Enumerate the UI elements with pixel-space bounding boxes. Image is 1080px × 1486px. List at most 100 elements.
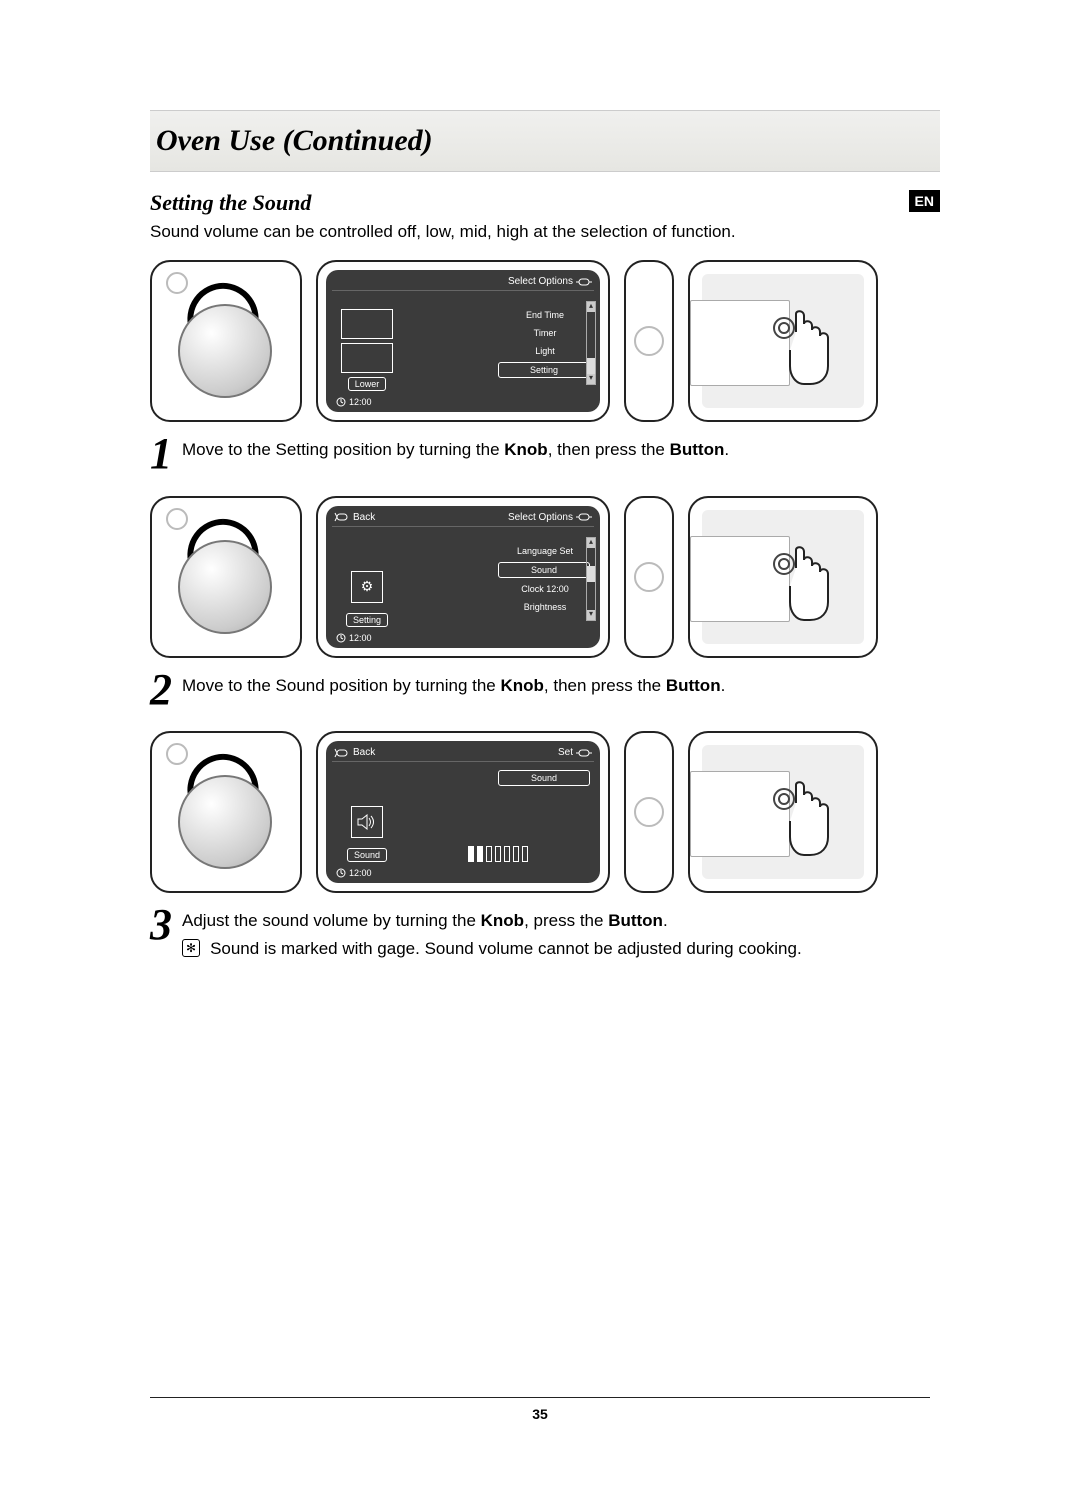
knob-turn-icon <box>334 748 350 758</box>
menu-item[interactable]: Timer <box>500 326 590 340</box>
subhead-row: Setting the Sound EN <box>150 190 940 216</box>
menu-item[interactable]: Brightness <box>500 600 590 614</box>
menu-item[interactable]: End Time <box>500 308 590 322</box>
language-badge: EN <box>909 190 940 212</box>
hand-tap-icon <box>770 777 840 857</box>
push-button[interactable] <box>634 562 664 592</box>
step-3: Back Set Sound Sound <box>150 731 940 959</box>
menu-item[interactable]: Light <box>500 344 590 358</box>
step-number: 2 <box>150 670 172 710</box>
page-number: 35 <box>0 1406 1080 1422</box>
set-label: Set <box>558 747 592 758</box>
step-3-panels: Back Set Sound Sound <box>150 731 940 893</box>
scroll-up-icon[interactable]: ▴ <box>587 302 595 312</box>
scroll-up-icon[interactable]: ▴ <box>587 538 595 548</box>
touch-panel <box>688 260 878 422</box>
knob-turn-icon <box>334 512 350 522</box>
button-panel <box>624 496 674 658</box>
knob-push-icon <box>576 277 592 287</box>
volume-bar-filled <box>477 846 483 862</box>
clock-icon <box>336 633 346 643</box>
control-knob[interactable] <box>178 304 272 398</box>
preview-thumb <box>341 343 393 373</box>
step-2: Back Select Options ⚙ Setting Language S… <box>150 496 940 710</box>
clock-readout: 12:00 <box>336 633 372 643</box>
step-2-caption: 2 Move to the Sound position by turning … <box>150 670 940 710</box>
step-3-caption: 3 Adjust the sound volume by turning the… <box>150 905 940 959</box>
clock-readout: 12:00 <box>336 868 372 878</box>
step-text: Move to the Setting position by turning … <box>182 434 729 460</box>
knob-push-icon <box>576 512 592 522</box>
section-title-bar: Oven Use (Continued) <box>150 110 940 172</box>
volume-bar-empty <box>513 846 519 862</box>
back-label[interactable]: Back <box>334 747 375 758</box>
intro-text: Sound volume can be controlled off, low,… <box>150 222 940 242</box>
menu-item[interactable]: Language Set <box>500 544 590 558</box>
display-panel: Select Options Lower End Time Timer Ligh… <box>316 260 610 422</box>
subsection-title: Setting the Sound <box>150 190 311 216</box>
volume-bar-filled <box>468 846 474 862</box>
note-text: Sound is marked with gage. Sound volume … <box>210 939 802 959</box>
menu-list: Language Set Sound Clock 12:00 Brightnes… <box>402 531 594 627</box>
step-1-panels: Select Options Lower End Time Timer Ligh… <box>150 260 940 422</box>
preview-thumb <box>341 309 393 339</box>
clock-readout: 12:00 <box>336 397 372 407</box>
volume-bar-empty <box>486 846 492 862</box>
knob-panel <box>150 496 302 658</box>
manual-page: Oven Use (Continued) Setting the Sound E… <box>0 0 1080 1486</box>
display-left-column: Sound <box>332 766 402 862</box>
knob-push-icon <box>576 748 592 758</box>
select-options-label: Select Options <box>508 512 592 523</box>
scroll-thumb[interactable] <box>587 358 595 374</box>
display-left-column: ⚙ Setting <box>332 531 402 627</box>
display-screen: Back Select Options ⚙ Setting Language S… <box>326 506 600 648</box>
scroll-thumb[interactable] <box>587 566 595 582</box>
note-icon: ✻ <box>182 939 200 957</box>
push-button[interactable] <box>634 326 664 356</box>
menu-item-selected[interactable]: Sound <box>498 562 590 578</box>
volume-bar-empty <box>495 846 501 862</box>
clock-icon <box>336 397 346 407</box>
scrollbar[interactable]: ▴ ▾ <box>586 301 596 385</box>
touch-panel <box>688 731 878 893</box>
control-knob[interactable] <box>178 775 272 869</box>
hand-tap-icon <box>770 306 840 386</box>
scroll-down-icon[interactable]: ▾ <box>587 374 595 384</box>
volume-bar-empty <box>504 846 510 862</box>
step-2-panels: Back Select Options ⚙ Setting Language S… <box>150 496 940 658</box>
step-number: 1 <box>150 434 172 474</box>
button-panel <box>624 260 674 422</box>
push-button[interactable] <box>634 797 664 827</box>
select-options-label: Select Options <box>508 276 592 287</box>
step-1: Select Options Lower End Time Timer Ligh… <box>150 260 940 474</box>
control-knob[interactable] <box>178 540 272 634</box>
step-text: Move to the Sound position by turning th… <box>182 670 725 696</box>
gear-icon: ⚙ <box>351 571 383 603</box>
volume-gauge <box>468 844 528 862</box>
volume-bar-empty <box>522 846 528 862</box>
mode-tag: Lower <box>348 377 387 391</box>
display-panel: Back Set Sound Sound <box>316 731 610 893</box>
clock-icon <box>336 868 346 878</box>
hand-tap-icon <box>770 542 840 622</box>
scroll-down-icon[interactable]: ▾ <box>587 610 595 620</box>
speaker-icon <box>351 806 383 838</box>
sound-label: Sound <box>498 770 590 786</box>
menu-item-selected[interactable]: Setting <box>498 362 590 378</box>
display-screen: Back Set Sound Sound <box>326 741 600 883</box>
display-screen: Select Options Lower End Time Timer Ligh… <box>326 270 600 412</box>
button-panel <box>624 731 674 893</box>
mode-tag: Sound <box>347 848 387 862</box>
menu-list: End Time Timer Light Setting ▴ ▾ <box>402 295 594 391</box>
touch-panel <box>688 496 878 658</box>
section-title: Oven Use (Continued) <box>156 124 433 158</box>
mode-tag: Setting <box>346 613 388 627</box>
step-text: Adjust the sound volume by turning the K… <box>182 905 802 959</box>
sound-adjust-area: Sound <box>402 766 594 862</box>
display-left-column: Lower <box>332 295 402 391</box>
step-1-caption: 1 Move to the Setting position by turnin… <box>150 434 940 474</box>
menu-item[interactable]: Clock 12:00 <box>500 582 590 596</box>
knob-panel <box>150 731 302 893</box>
back-label[interactable]: Back <box>334 512 375 523</box>
scrollbar[interactable]: ▴ ▾ <box>586 537 596 621</box>
